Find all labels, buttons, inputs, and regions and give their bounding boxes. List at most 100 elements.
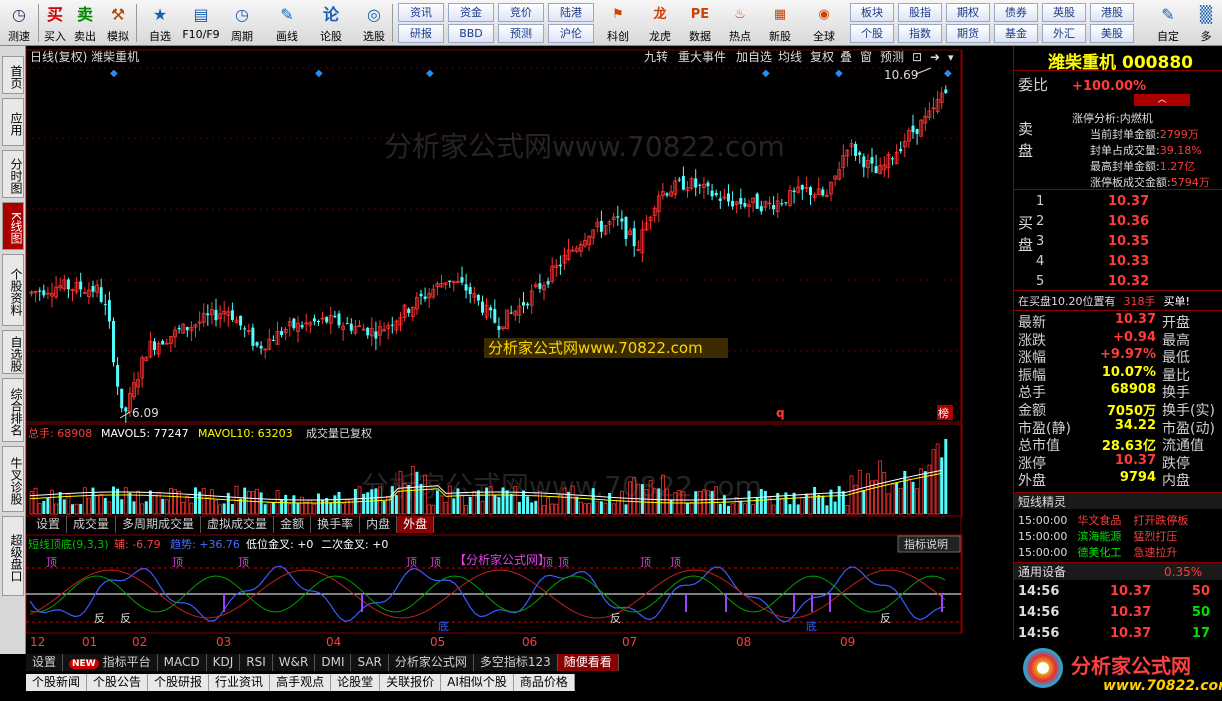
- toolbar-simulate-button[interactable]: ⚒ 模拟: [100, 2, 136, 44]
- toolbar-link-基金[interactable]: 基金: [994, 24, 1038, 43]
- sprite-row[interactable]: 15:00:00 滨海能源 猛烈打压: [1018, 528, 1177, 544]
- indicator-tab-3[interactable]: KDJ: [207, 654, 241, 671]
- toolbar-link-陆港[interactable]: 陆港: [548, 3, 594, 22]
- collapse-icon[interactable]: ︿: [1134, 94, 1190, 106]
- toolbar-link-期权[interactable]: 期权: [946, 3, 990, 22]
- buy-level-row[interactable]: 4 10.33: [1036, 254, 1216, 272]
- indicator-tab-0[interactable]: 设置: [26, 654, 64, 671]
- toolbar-data-button[interactable]: PE 数据: [680, 2, 720, 44]
- toolbar-newstock-button[interactable]: ▦ 新股: [760, 2, 800, 44]
- sprite-row[interactable]: 15:00:00 华文食品 打开跌停板: [1018, 512, 1188, 528]
- toolbar-link-股指[interactable]: 股指: [898, 3, 942, 22]
- event-marker-icon[interactable]: ◆: [110, 68, 118, 79]
- toolbar-kechuang-button[interactable]: ⚑ 科创: [598, 2, 638, 44]
- indicator-tab-6[interactable]: DMI: [315, 654, 352, 671]
- toolbar-link-债券[interactable]: 债券: [994, 3, 1038, 22]
- toolbar-hot-button[interactable]: ♨ 热点: [720, 2, 760, 44]
- toolbar-f10-button[interactable]: ▤ F10/F9: [180, 2, 222, 44]
- indicator-tab-9[interactable]: 多空指标123: [474, 654, 558, 671]
- indicator-tab-5[interactable]: W&R: [273, 654, 316, 671]
- indicator-tab-10[interactable]: 随便看看: [557, 654, 619, 671]
- industry-row[interactable]: 通用设备 0.35%: [1014, 562, 1222, 580]
- vol-tab-1[interactable]: 成交量: [67, 516, 117, 533]
- toolbar-link-美股[interactable]: 美股: [1090, 24, 1134, 43]
- toolbar-more-button[interactable]: ▒ 多: [1188, 2, 1222, 44]
- news-tab-2[interactable]: 个股研报: [148, 674, 210, 691]
- indicator-tab-4[interactable]: RSI: [240, 654, 273, 671]
- left-tab-3[interactable]: K线图: [2, 202, 24, 250]
- indicator-tab-1[interactable]: NEW 指标平台: [63, 654, 158, 671]
- toolbar-link-资金[interactable]: 资金: [448, 3, 494, 22]
- buy-level-row[interactable]: 3 10.35: [1036, 234, 1216, 252]
- vol-tab-4[interactable]: 金额: [274, 516, 312, 533]
- left-tab-2[interactable]: 分时图: [2, 150, 24, 198]
- toolbar-link-沪伦[interactable]: 沪伦: [548, 24, 594, 43]
- event-marker-icon[interactable]: ◆: [315, 68, 323, 79]
- toolbar-speedtest-button[interactable]: ◷ 测速: [2, 2, 36, 44]
- toolbar-link-期货[interactable]: 期货: [946, 24, 990, 43]
- kline-chart-panel[interactable]: 日线(复权) 潍柴重机 九转重大事件加自选均线复权叠窗预测 ⊡ ➜ ▾ ◆ ◆ ◆ ◆ ◆ ◆ 10.…: [25, 46, 1021, 654]
- toolbar-link-个股[interactable]: 个股: [850, 24, 894, 43]
- news-tab-4[interactable]: 高手观点: [270, 674, 332, 691]
- indicator-tab-2[interactable]: MACD: [158, 654, 207, 671]
- news-tab-3[interactable]: 行业资讯: [209, 674, 271, 691]
- toolbar-select-button[interactable]: ◎ 选股: [354, 2, 394, 44]
- toolbar-global-button[interactable]: ◉ 全球: [804, 2, 844, 44]
- lock-icon[interactable]: ⊡: [912, 50, 922, 64]
- vol-tab-2[interactable]: 多周期成交量: [116, 516, 202, 533]
- toolbar-link-预测[interactable]: 预测: [498, 24, 544, 43]
- toolbar-custom-button[interactable]: ✎ 自定: [1150, 2, 1186, 44]
- vol-tab-3[interactable]: 虚拟成交量: [201, 516, 275, 533]
- left-tab-5[interactable]: 自选股: [2, 330, 24, 374]
- news-tab-1[interactable]: 个股公告: [87, 674, 149, 691]
- vol-tab-5[interactable]: 换手率: [311, 516, 361, 533]
- toolbar-link-资讯[interactable]: 资讯: [398, 3, 444, 22]
- left-tab-1[interactable]: 应用: [2, 98, 24, 146]
- q-marker[interactable]: q: [776, 406, 785, 420]
- event-marker-icon[interactable]: ◆: [426, 68, 434, 79]
- buy-level-row[interactable]: 1 10.37: [1036, 194, 1216, 212]
- toolbar-link-英股[interactable]: 英股: [1042, 3, 1086, 22]
- vol-tab-6[interactable]: 内盘: [360, 516, 398, 533]
- news-tab-6[interactable]: 关联报价: [380, 674, 442, 691]
- chart-top-button-2[interactable]: 加自选: [736, 50, 772, 64]
- toolbar-draw-button[interactable]: ✎ 画线: [266, 2, 308, 44]
- news-tab-5[interactable]: 论股堂: [331, 674, 381, 691]
- chart-top-button-1[interactable]: 重大事件: [678, 50, 726, 64]
- arrow-right-icon[interactable]: ➜: [930, 50, 940, 64]
- toolbar-link-外汇[interactable]: 外汇: [1042, 24, 1086, 43]
- buy-level-row[interactable]: 2 10.36: [1036, 214, 1216, 232]
- toolbar-discuss-button[interactable]: 论论股: [310, 2, 352, 44]
- indicator-tab-7[interactable]: SAR: [351, 654, 389, 671]
- chart-top-button-4[interactable]: 复权: [810, 50, 834, 64]
- chart-top-button-6[interactable]: 窗: [860, 50, 872, 64]
- toolbar-link-板块[interactable]: 板块: [850, 3, 894, 22]
- toolbar-link-竞价[interactable]: 竞价: [498, 3, 544, 22]
- toolbar-link-BBD[interactable]: BBD: [448, 24, 494, 43]
- left-tab-7[interactable]: 牛叉诊股: [2, 446, 24, 512]
- chart-top-button-7[interactable]: 预测: [880, 50, 904, 64]
- vol-tab-7[interactable]: 外盘: [397, 516, 435, 533]
- left-tab-8[interactable]: 超级盘口: [2, 516, 24, 596]
- vol-tab-0[interactable]: 设置: [30, 516, 68, 533]
- toolbar-longhu-button[interactable]: 龙龙虎: [640, 2, 680, 44]
- toolbar-buy-button[interactable]: 买买入: [40, 2, 70, 44]
- chart-top-button-3[interactable]: 均线: [778, 50, 802, 64]
- left-tab-0[interactable]: 首页: [2, 56, 24, 94]
- indicator-tab-8[interactable]: 分析家公式网: [389, 654, 474, 671]
- sprite-row[interactable]: 15:00:00 德美化工 急速拉升: [1018, 544, 1177, 560]
- left-tab-4[interactable]: 个股资料: [2, 254, 24, 326]
- event-marker-icon[interactable]: ◆: [835, 68, 843, 79]
- dropdown-icon[interactable]: ▾: [948, 51, 954, 64]
- news-tab-7[interactable]: AI相似个股: [441, 674, 514, 691]
- event-marker-icon[interactable]: ◆: [762, 68, 770, 79]
- left-tab-6[interactable]: 综合排名: [2, 378, 24, 442]
- chart-top-button-0[interactable]: 九转: [644, 49, 668, 64]
- kline-svg[interactable]: 日线(复权) 潍柴重机 九转重大事件加自选均线复权叠窗预测 ⊡ ➜ ▾ ◆ ◆ ◆ ◆ ◆ ◆ 10.…: [25, 46, 1021, 654]
- toolbar-link-指数[interactable]: 指数: [898, 24, 942, 43]
- news-tab-8[interactable]: 商品价格: [514, 674, 575, 691]
- toolbar-sell-button[interactable]: 卖卖出: [70, 2, 100, 44]
- news-tab-0[interactable]: 个股新闻: [26, 674, 88, 691]
- toolbar-link-研报[interactable]: 研报: [398, 24, 444, 43]
- chart-top-button-5[interactable]: 叠: [840, 50, 852, 64]
